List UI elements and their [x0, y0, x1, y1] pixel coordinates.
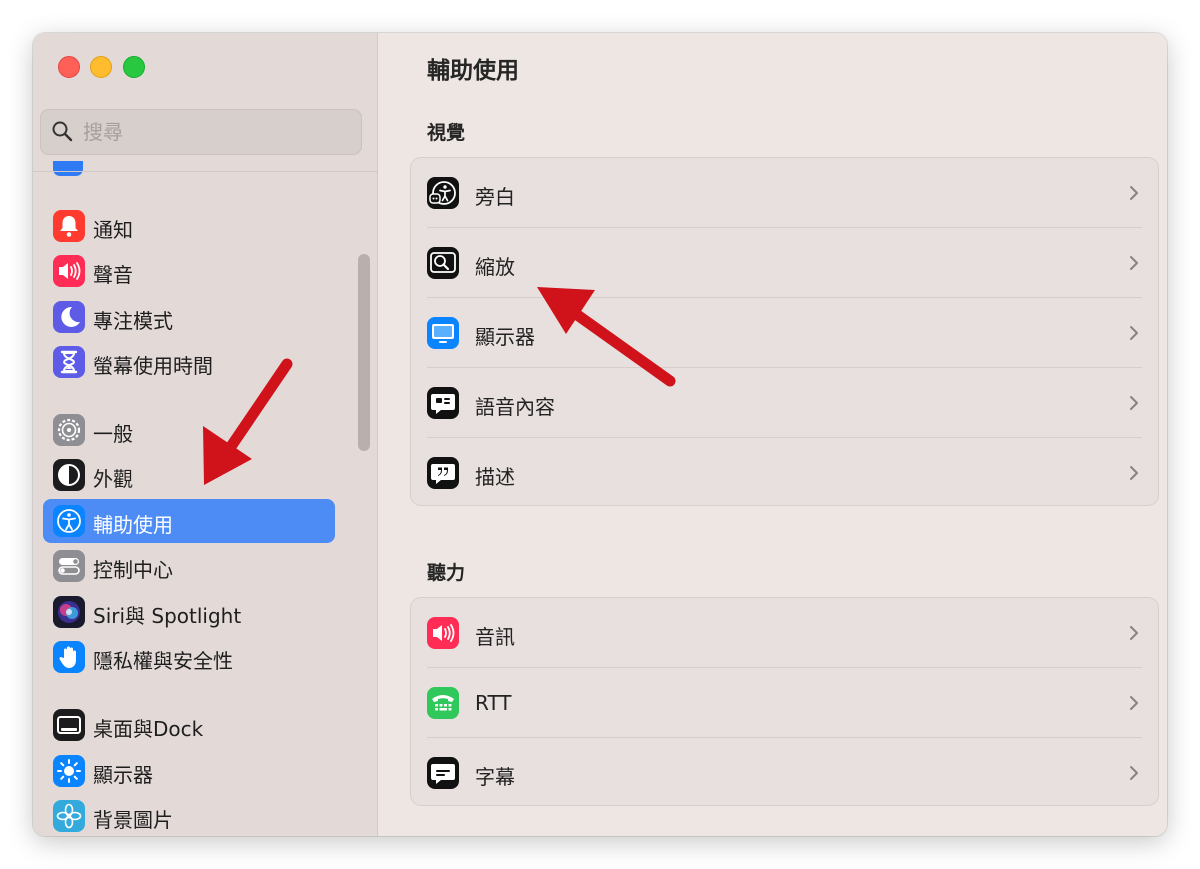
sidebar-item-label: 控制中心 — [93, 558, 173, 582]
captions-icon — [427, 757, 459, 789]
row-label: 音訊 — [475, 625, 515, 649]
sidebar-item-label: 一般 — [93, 422, 133, 446]
sidebar-divider — [33, 171, 377, 172]
sidebar-item-siri-spotlight[interactable]: Siri與 Spotlight — [43, 590, 335, 634]
settings-group-hearing: 音訊 RTT 字幕 — [411, 598, 1158, 805]
siri-icon — [53, 596, 85, 628]
row-audio[interactable]: 音訊 — [411, 598, 1158, 668]
row-rtt[interactable]: RTT — [411, 668, 1158, 738]
sidebar-item-control-center[interactable]: 控制中心 — [43, 544, 335, 588]
section-title-hearing: 聽力 — [427, 562, 466, 584]
moon-icon — [53, 301, 85, 333]
system-settings-window: 通知 聲音 專注模式 — [33, 33, 1167, 836]
row-label: RTT — [475, 691, 512, 715]
sidebar-item-focus[interactable]: 專注模式 — [43, 295, 335, 339]
dock-icon — [53, 709, 85, 741]
audio-icon — [427, 617, 459, 649]
row-label: 語音內容 — [475, 395, 555, 419]
sidebar-item-displays[interactable]: 顯示器 — [43, 749, 335, 793]
chevron-right-icon — [1130, 256, 1138, 270]
row-label: 描述 — [475, 465, 515, 489]
minimize-button[interactable] — [90, 56, 112, 78]
row-label: 顯示器 — [475, 325, 535, 349]
brightness-icon — [53, 755, 85, 787]
sidebar-item-notifications[interactable]: 通知 — [43, 204, 335, 248]
sidebar-item-sound[interactable]: 聲音 — [43, 249, 335, 293]
section-title-vision: 視覺 — [427, 122, 466, 144]
row-zoom[interactable]: 縮放 — [411, 228, 1158, 298]
chevron-right-icon — [1130, 626, 1138, 640]
sidebar: 通知 聲音 專注模式 — [33, 33, 378, 836]
page-title: 輔助使用 — [427, 58, 519, 84]
flower-icon — [53, 800, 85, 832]
sidebar-item-label: 專注模式 — [93, 309, 173, 333]
sidebar-item-label: 顯示器 — [93, 763, 153, 787]
speaker-icon — [53, 255, 85, 287]
sidebar-item-label: Siri與 Spotlight — [93, 604, 242, 628]
close-button[interactable] — [58, 56, 80, 78]
row-descriptions[interactable]: 描述 — [411, 438, 1158, 508]
voiceover-icon — [427, 177, 459, 209]
sidebar-item-desktop-dock[interactable]: 桌面與Dock — [43, 703, 335, 747]
sidebar-item-label: 聲音 — [93, 263, 133, 287]
appearance-icon — [53, 459, 85, 491]
spoken-content-icon — [427, 387, 459, 419]
toggles-icon — [53, 550, 85, 582]
rtt-icon — [427, 687, 459, 719]
chevron-right-icon — [1130, 466, 1138, 480]
search-icon — [52, 121, 73, 142]
sidebar-item-appearance[interactable]: 外觀 — [43, 453, 335, 497]
search-input[interactable] — [83, 116, 343, 148]
search-field[interactable] — [40, 109, 362, 155]
partially-hidden-sidebar-icon — [53, 161, 83, 176]
row-label: 旁白 — [475, 185, 515, 209]
bell-icon — [53, 210, 85, 242]
zoom-icon — [427, 247, 459, 279]
zoom-button[interactable] — [123, 56, 145, 78]
row-label: 字幕 — [475, 765, 515, 789]
sidebar-item-privacy-security[interactable]: 隱私權與安全性 — [43, 635, 335, 679]
sidebar-item-label: 背景圖片 — [93, 808, 173, 832]
sidebar-item-label: 通知 — [93, 218, 133, 242]
sidebar-item-general[interactable]: 一般 — [43, 408, 335, 452]
hand-icon — [53, 641, 85, 673]
sidebar-item-label: 螢幕使用時間 — [93, 354, 213, 378]
main-panel: 輔助使用 視覺 旁白 縮放 顯示器 語音內容 描述 聽力 音訊 RTT 字幕 — [378, 33, 1167, 836]
sidebar-item-label: 輔助使用 — [93, 513, 173, 537]
sidebar-item-wallpaper[interactable]: 背景圖片 — [43, 794, 335, 836]
sidebar-item-label: 外觀 — [93, 467, 133, 491]
row-label: 縮放 — [475, 255, 515, 279]
row-spoken-content[interactable]: 語音內容 — [411, 368, 1158, 438]
settings-group-vision: 旁白 縮放 顯示器 語音內容 描述 — [411, 158, 1158, 505]
chevron-right-icon — [1130, 186, 1138, 200]
chevron-right-icon — [1130, 396, 1138, 410]
sidebar-scrollbar[interactable] — [358, 254, 370, 451]
descriptions-icon — [427, 457, 459, 489]
accessibility-icon — [53, 505, 85, 537]
sidebar-item-label: 隱私權與安全性 — [93, 649, 233, 673]
gear-icon — [53, 414, 85, 446]
sidebar-item-screen-time[interactable]: 螢幕使用時間 — [43, 340, 335, 384]
sidebar-item-label: 桌面與Dock — [93, 717, 204, 741]
chevron-right-icon — [1130, 766, 1138, 780]
display-icon — [427, 317, 459, 349]
row-voiceover[interactable]: 旁白 — [411, 158, 1158, 228]
chevron-right-icon — [1130, 696, 1138, 710]
chevron-right-icon — [1130, 326, 1138, 340]
sidebar-item-accessibility[interactable]: 輔助使用 — [43, 499, 335, 543]
row-captions[interactable]: 字幕 — [411, 738, 1158, 808]
hourglass-icon — [53, 346, 85, 378]
row-display[interactable]: 顯示器 — [411, 298, 1158, 368]
